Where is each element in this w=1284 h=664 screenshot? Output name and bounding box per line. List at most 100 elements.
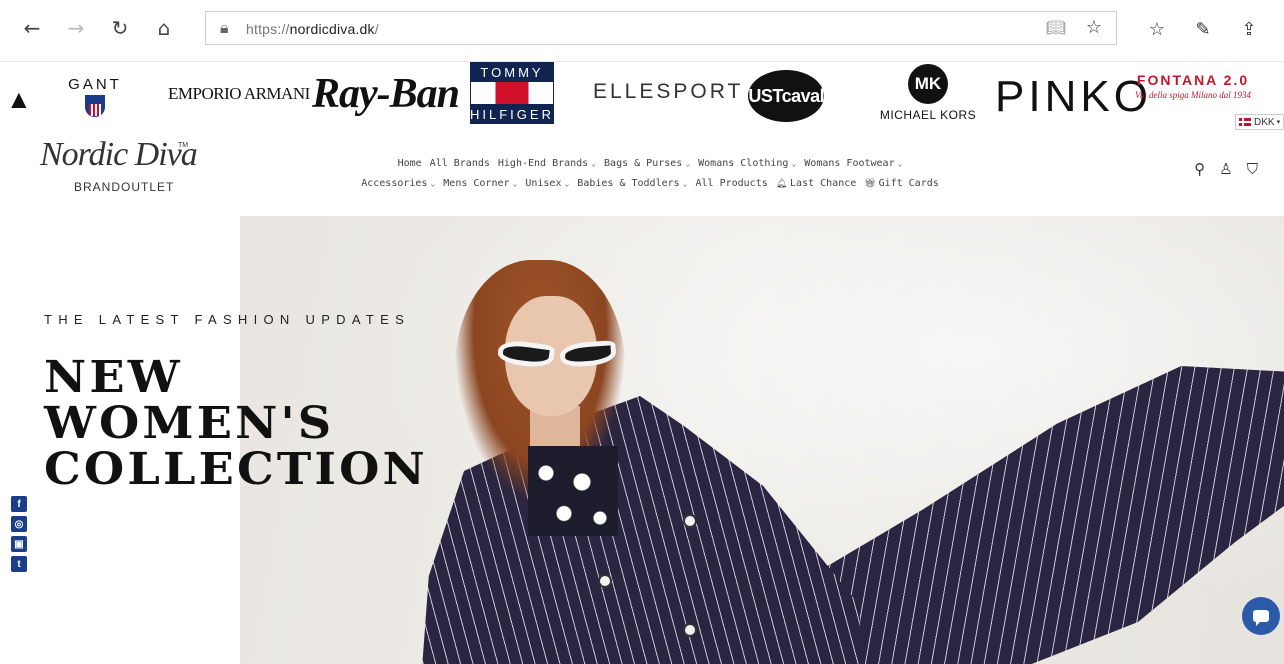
chevron-down-icon: ⌄ xyxy=(685,159,691,168)
jacket-button xyxy=(598,574,612,588)
currency-selector[interactable]: DKK ▾ xyxy=(1235,114,1284,130)
nav-item-label: Home xyxy=(397,158,422,169)
nav-item-all-brands[interactable]: All Brands xyxy=(430,158,490,169)
nav-item-unisex[interactable]: Unisex ⌄ xyxy=(525,178,569,189)
nav-item-bags-purses[interactable]: Bags & Purses ⌄ xyxy=(604,158,690,169)
brand-logo-ray-ban[interactable]: Ray-Ban xyxy=(312,70,460,118)
favorite-star-icon[interactable]: ☆ xyxy=(1086,17,1102,38)
nav-row-1: Home All Brands High-End Brands ⌄ Bags & Pur… xyxy=(300,154,1000,174)
chevron-down-icon: ⌄ xyxy=(512,179,518,188)
chevron-down-icon: ⌄ xyxy=(564,179,570,188)
nav-item-label: Last Chance xyxy=(790,178,857,189)
tommy-flag xyxy=(470,82,554,104)
nav-item-mens-corner[interactable]: Mens Corner ⌄ xyxy=(443,178,517,189)
sunglasses-lens-right xyxy=(559,340,617,368)
model-polka-dot-top xyxy=(528,446,618,536)
headline-line-2: WOMEN'S xyxy=(44,398,335,449)
nav-item-home[interactable]: Home xyxy=(398,158,422,169)
headline-line-3: COLLECTION xyxy=(44,444,428,495)
instagram-icon[interactable]: ◎ xyxy=(11,516,27,532)
nav-item-label: All Products xyxy=(695,178,768,189)
chat-widget-button[interactable] xyxy=(1242,597,1280,635)
forward-arrow-icon[interactable]: → xyxy=(62,14,90,42)
home-icon[interactable]: ⌂ xyxy=(150,14,178,42)
headline-line-1: NEW xyxy=(44,352,183,403)
social-links: f ◎ ▣ t xyxy=(11,496,27,572)
gift-social-icon[interactable]: ▣ xyxy=(11,536,27,552)
gant-wordmark: GANT xyxy=(68,76,122,93)
nav-item-label: Womans Clothing xyxy=(698,158,789,169)
chevron-down-icon: ⌄ xyxy=(791,159,797,168)
address-bar[interactable]: 🔒︎ https://nordicdiva.dk/ 📖︎ ☆ xyxy=(205,11,1117,45)
hero-headline: NEW WOMEN'S COLLECTION xyxy=(44,355,428,493)
model-sunglasses xyxy=(496,338,620,370)
bell-icon: 🔔︎ xyxy=(775,179,791,189)
url-text: https://nordicdiva.dk/ xyxy=(246,21,379,37)
tommy-bottom: HILFIGER xyxy=(470,104,554,124)
nav-item-label: Babies & Toddlers xyxy=(577,178,680,189)
back-arrow-icon[interactable]: ← xyxy=(18,14,46,42)
mk-badge: MK xyxy=(908,64,948,104)
nav-item-last-chance[interactable]: 🔔︎ Last Chance xyxy=(776,178,857,189)
brand-logo-fontana[interactable]: FONTANA 2.0 Via della spiga Milano dal 1… xyxy=(1135,72,1251,100)
reading-view-icon[interactable]: 📖︎ xyxy=(1046,18,1066,37)
nav-item-gift-cards[interactable]: 🎁︎ Gift Cards xyxy=(864,178,939,189)
brand-logo-gant[interactable]: GANT xyxy=(60,76,130,117)
nav-item-high-end-brands[interactable]: High-End Brands ⌄ xyxy=(498,158,596,169)
browser-toolbar: ← → ↻ ⌂ 🔒︎ https://nordicdiva.dk/ 📖︎ ☆ ☆… xyxy=(0,0,1284,62)
brand-logo-elle-sport[interactable]: ELLESPORT xyxy=(593,80,743,104)
nav-item-label: High-End Brands xyxy=(497,158,589,169)
brand-logo-pinko[interactable]: PINKO xyxy=(995,72,1152,122)
logo-script: Nordic Diva xyxy=(40,136,198,173)
chevron-down-icon: ⌄ xyxy=(682,179,688,188)
gant-shield-icon xyxy=(85,95,105,117)
cart-bag-icon[interactable]: ⛉ xyxy=(1247,160,1258,178)
main-navigation: Home All Brands High-End Brands ⌄ Bags & Pur… xyxy=(300,154,1000,194)
nav-item-label: Unisex xyxy=(525,178,562,189)
chat-bubble-icon xyxy=(1253,610,1269,626)
logo-trademark: TM xyxy=(178,142,189,149)
header-actions: ⚲ ♙ ⛉ xyxy=(1194,160,1258,178)
pen-notes-icon[interactable]: ✎ xyxy=(1188,14,1218,44)
fontana-tagline: Via della spiga Milano dal 1934 xyxy=(1134,90,1252,100)
nav-item-label: Accessories xyxy=(361,178,428,189)
chevron-down-icon: ⌄ xyxy=(430,179,436,188)
facebook-icon[interactable]: f xyxy=(11,496,27,512)
account-icon[interactable]: ♙ xyxy=(1219,160,1232,178)
hero-text: THE LATEST FASHION UPDATES NEW WOMEN'S C… xyxy=(44,312,425,493)
nav-row-2: Accessories ⌄ Mens Corner ⌄ Unisex ⌄ Babies & … xyxy=(300,174,1000,194)
brand-logo-strip: ▲ GANT EMPORIO ARMANI Ray-Ban TOMMY HILF… xyxy=(0,62,1284,130)
brand-logo-partial[interactable]: ▲ xyxy=(6,84,32,115)
nav-item-womans-clothing[interactable]: Womans Clothing ⌄ xyxy=(698,158,796,169)
chevron-down-icon: ▾ xyxy=(1276,119,1281,126)
nav-item-label: Gift Cards xyxy=(878,178,939,189)
tommy-top: TOMMY xyxy=(470,62,554,82)
nav-item-label: Womans Footwear xyxy=(804,158,895,169)
mk-name: MICHAEL KORS xyxy=(879,108,977,122)
favorites-list-icon[interactable]: ☆ xyxy=(1142,14,1172,44)
sunglasses-lens-left xyxy=(496,338,556,370)
brand-logo-michael-kors[interactable]: MK MICHAEL KORS xyxy=(880,64,976,122)
site-header: Nordic Diva TM BRANDOUTLET Home All Brand… xyxy=(0,130,1284,216)
nav-item-accessories[interactable]: Accessories ⌄ xyxy=(361,178,435,189)
nav-item-label: Mens Corner xyxy=(443,178,510,189)
nav-item-babies-toddlers[interactable]: Babies & Toddlers ⌄ xyxy=(577,178,687,189)
jacket-button xyxy=(683,623,697,637)
twitter-icon[interactable]: t xyxy=(11,556,27,572)
chevron-down-icon: ⌄ xyxy=(591,159,597,168)
refresh-icon[interactable]: ↻ xyxy=(106,14,134,42)
nav-item-label: All Brands xyxy=(429,158,490,169)
currency-label: DKK xyxy=(1254,116,1275,128)
share-icon[interactable]: ⇪ xyxy=(1234,14,1264,44)
nordic-diva-logo[interactable]: Nordic Diva TM BRANDOUTLET xyxy=(40,136,200,200)
nav-item-label: Bags & Purses xyxy=(604,158,683,169)
gift-icon: 🎁︎ xyxy=(864,179,879,189)
nav-item-womans-footwear[interactable]: Womans Footwear ⌄ xyxy=(804,158,902,169)
hero-banner[interactable]: THE LATEST FASHION UPDATES NEW WOMEN'S C… xyxy=(0,216,1284,664)
brand-logo-emporio-armani[interactable]: EMPORIO ARMANI xyxy=(168,84,310,104)
nav-item-all-products[interactable]: All Products xyxy=(695,178,767,189)
brand-logo-just-cavalli[interactable]: JUSTcavalli xyxy=(739,70,834,122)
chevron-down-icon: ⌄ xyxy=(897,159,903,168)
brand-logo-tommy-hilfiger[interactable]: TOMMY HILFIGER xyxy=(470,62,554,124)
search-icon[interactable]: ⚲ xyxy=(1194,160,1205,178)
